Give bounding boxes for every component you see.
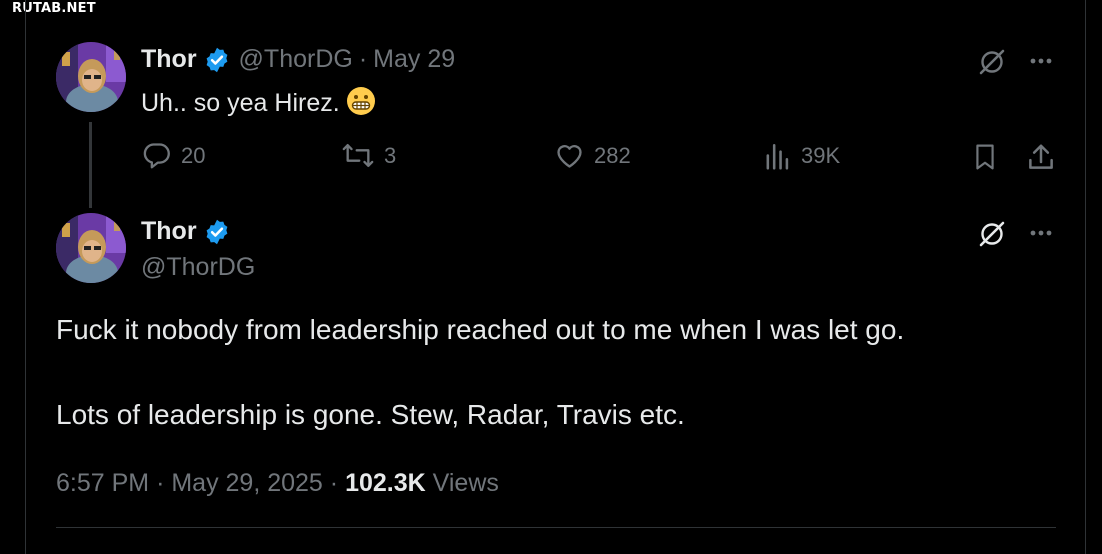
thread-line — [89, 122, 92, 208]
separator: · — [358, 45, 368, 73]
more-icon[interactable] — [1024, 46, 1058, 76]
tweet-date[interactable]: May 29, 2025 — [171, 469, 323, 497]
avatar[interactable] — [56, 213, 126, 283]
tweet-text-content: Uh.. so yea Hirez. — [141, 89, 340, 117]
tweet-date[interactable]: May 29 — [373, 45, 455, 74]
repost-button[interactable]: 3 — [341, 140, 396, 171]
tweet-meta: 6:57 PM · May 29, 2025 · 102.3K Views — [56, 469, 499, 498]
more-icon[interactable] — [1024, 218, 1058, 248]
separator: · — [329, 469, 339, 497]
verified-badge-icon[interactable] — [203, 46, 231, 74]
author-handle[interactable]: @ThorDG — [239, 45, 353, 74]
reply-count: 20 — [181, 142, 206, 168]
grimacing-face-icon — [346, 86, 376, 116]
tweet-text: Uh.. so yea Hirez. — [141, 86, 376, 118]
column-border-right — [1085, 0, 1086, 554]
views-count: 102.3K — [345, 469, 426, 497]
repost-count: 3 — [384, 142, 397, 168]
repost-icon — [342, 144, 374, 167]
like-button[interactable]: 282 — [554, 140, 631, 171]
views-button[interactable]: 39K — [764, 140, 840, 171]
divider — [56, 527, 1056, 528]
tweet-header: Thor @ThorDG · May 29 — [141, 45, 455, 74]
bookmark-icon[interactable] — [970, 140, 1000, 174]
grok-icon[interactable] — [975, 45, 1009, 79]
avatar[interactable] — [56, 42, 126, 112]
grok-icon[interactable] — [975, 217, 1009, 251]
author-handle-row: @ThorDG — [141, 253, 255, 282]
tweet-text-line: Fuck it nobody from leadership reached o… — [56, 314, 905, 345]
like-count: 282 — [594, 142, 631, 168]
author-handle[interactable]: @ThorDG — [141, 253, 255, 282]
verified-badge-icon[interactable] — [203, 218, 231, 246]
author-name[interactable]: Thor — [141, 217, 197, 246]
analytics-icon — [766, 144, 789, 170]
separator: · — [156, 469, 165, 497]
tweet-text-line: Lots of leadership is gone. Stew, Radar,… — [56, 399, 685, 430]
reply-icon — [143, 143, 170, 169]
share-icon[interactable] — [1024, 140, 1058, 174]
heart-icon — [557, 145, 582, 168]
tweet-header: Thor — [141, 217, 231, 246]
column-border-left — [25, 0, 26, 554]
views-label: Views — [432, 469, 499, 497]
author-name[interactable]: Thor — [141, 45, 197, 74]
reply-button[interactable]: 20 — [141, 140, 205, 171]
tweet-time[interactable]: 6:57 PM — [56, 469, 149, 497]
views-count: 39K — [801, 142, 841, 168]
